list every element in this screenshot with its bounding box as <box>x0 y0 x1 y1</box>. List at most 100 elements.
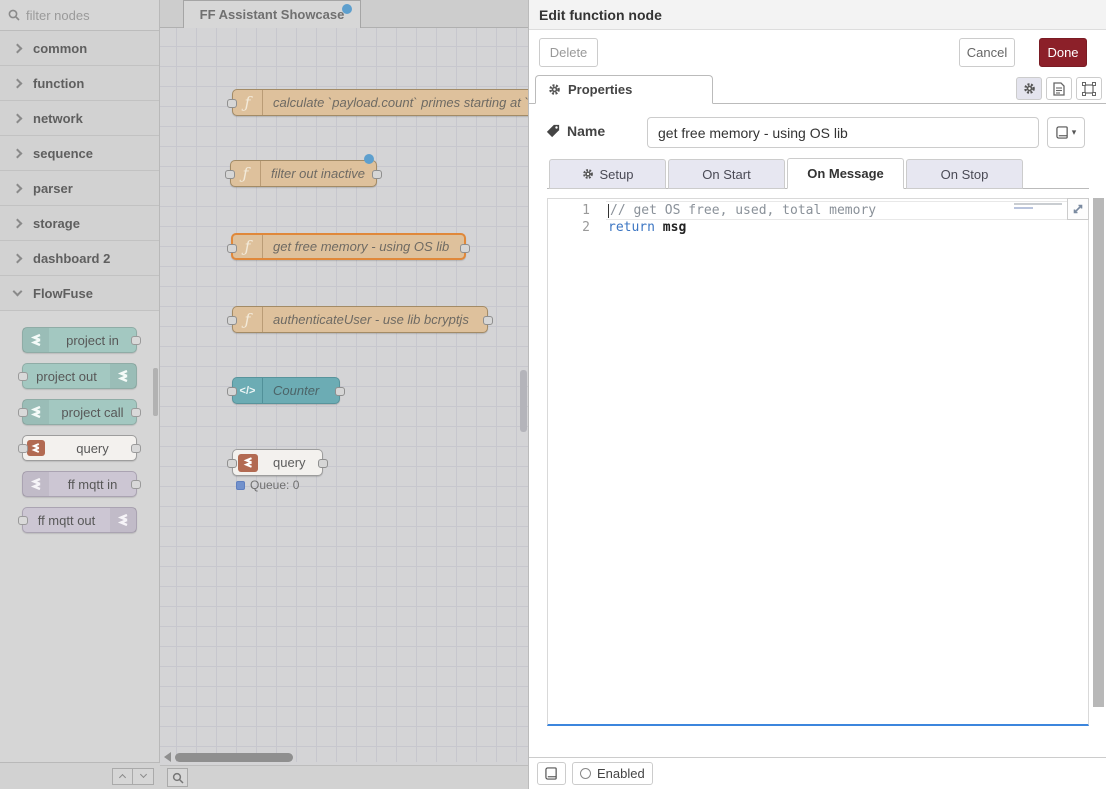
palette-node-project-call[interactable]: project call <box>22 399 137 425</box>
palette-node-query[interactable]: query <box>22 435 137 461</box>
enabled-status-icon <box>580 768 591 779</box>
chevron-right-icon <box>13 218 23 228</box>
output-port[interactable] <box>483 316 493 325</box>
chevron-down-icon <box>139 771 146 778</box>
workspace-tabbar: FF Assistant Showcase <box>160 0 528 28</box>
tab-on-stop[interactable]: On Stop <box>906 159 1023 189</box>
edit-tray-header: Edit function node <box>529 0 1106 30</box>
tab-properties[interactable]: Properties <box>535 75 713 104</box>
workspace-tab[interactable]: FF Assistant Showcase <box>183 0 361 28</box>
tab-on-start[interactable]: On Start <box>668 159 785 189</box>
tab-setup[interactable]: Setup <box>549 159 666 189</box>
output-port <box>131 408 141 417</box>
canvas-vertical-scrollbar[interactable] <box>520 370 527 432</box>
node-status-text: Queue: 0 <box>250 478 299 492</box>
properties-icon-button[interactable] <box>1016 77 1042 100</box>
palette-node-ff-mqtt-out[interactable]: ff mqtt out <box>22 507 137 533</box>
category-label: dashboard 2 <box>33 251 110 266</box>
code-line-2[interactable]: 2 return msg <box>548 219 1088 237</box>
chevron-right-icon <box>13 183 23 193</box>
palette-search[interactable] <box>0 0 159 31</box>
description-icon-button[interactable] <box>1046 77 1072 100</box>
flow-node-get-free-memory[interactable]: ƒ get free memory - using OS lib <box>231 233 466 260</box>
code-icon: </> <box>233 378 263 403</box>
appearance-icon-button[interactable] <box>1076 77 1102 100</box>
input-port[interactable] <box>227 387 237 396</box>
output-port <box>131 480 141 489</box>
function-icon: ƒ <box>231 161 261 186</box>
chevron-right-icon <box>13 253 23 263</box>
palette-scrollbar[interactable] <box>153 368 158 416</box>
input-port[interactable] <box>227 459 237 468</box>
document-icon <box>1053 82 1065 96</box>
node-changed-indicator <box>364 154 374 164</box>
cancel-button[interactable]: Cancel <box>959 38 1015 67</box>
node-label: get free memory - using OS lib <box>263 239 459 254</box>
palette-category-flowfuse[interactable]: FlowFuse <box>0 276 159 311</box>
chevron-right-icon <box>13 113 23 123</box>
category-label: function <box>33 76 84 91</box>
output-port[interactable] <box>335 387 345 396</box>
book-icon <box>1056 126 1069 139</box>
line-number: 2 <box>548 219 590 237</box>
node-name-input[interactable] <box>647 117 1039 148</box>
input-port <box>18 408 28 417</box>
category-label: storage <box>33 216 80 231</box>
chevron-right-icon <box>13 43 23 53</box>
node-label: authenticateUser - use lib bcryptjs <box>263 312 479 327</box>
output-port[interactable] <box>372 170 382 179</box>
palette-category-function[interactable]: function <box>0 66 159 101</box>
tray-footer: Enabled <box>529 757 1106 789</box>
code-text: msg <box>655 220 686 235</box>
library-button[interactable]: ▾ <box>1047 117 1085 148</box>
collapse-all-button[interactable] <box>112 768 133 785</box>
done-button[interactable]: Done <box>1039 38 1087 67</box>
flow-node-filter-out-inactive[interactable]: ƒ filter out inactive <box>230 160 377 187</box>
flow-node-calculate-primes[interactable]: ƒ calculate `payload.count` primes start… <box>232 89 528 116</box>
palette-node-project-out[interactable]: project out <box>22 363 137 389</box>
palette-node-label: project in <box>49 333 136 348</box>
canvas-horizontal-scrollbar[interactable] <box>164 752 293 762</box>
palette-category-dashboard2[interactable]: dashboard 2 <box>0 241 159 276</box>
text-cursor <box>608 204 609 218</box>
input-port[interactable] <box>227 316 237 325</box>
palette-category-parser[interactable]: parser <box>0 171 159 206</box>
input-port[interactable] <box>227 244 237 253</box>
palette-category-network[interactable]: network <box>0 101 159 136</box>
palette-node-ff-mqtt-in[interactable]: ff mqtt in <box>22 471 137 497</box>
output-port[interactable] <box>460 244 470 253</box>
library-footer-button[interactable] <box>537 762 566 785</box>
function-icon: ƒ <box>233 90 263 115</box>
code-line-1[interactable]: 1 // get OS free, used, total memory <box>548 202 1088 220</box>
code-comment: // get OS free, used, total memory <box>610 203 876 218</box>
flow-node-counter[interactable]: </> Counter <box>232 377 340 404</box>
zoom-search-button[interactable] <box>167 768 188 787</box>
chevron-right-icon <box>13 78 23 88</box>
flow-canvas[interactable]: FF Assistant Showcase ƒ calculate `paylo… <box>160 0 528 789</box>
input-port[interactable] <box>225 170 235 179</box>
input-port[interactable] <box>227 99 237 108</box>
filter-nodes-input[interactable] <box>26 8 136 23</box>
tab-label: On Start <box>702 167 750 182</box>
name-row: Name ▾ <box>529 104 1106 158</box>
delete-button[interactable]: Delete <box>539 38 598 67</box>
palette-category-sequence[interactable]: sequence <box>0 136 159 171</box>
tab-on-message[interactable]: On Message <box>787 158 904 189</box>
enabled-label: Enabled <box>597 766 645 781</box>
scroll-left-arrow-icon[interactable] <box>164 752 171 762</box>
code-editor[interactable]: 1 // get OS free, used, total memory 2 r… <box>547 198 1089 726</box>
expand-all-button[interactable] <box>133 768 154 785</box>
category-label: sequence <box>33 146 93 161</box>
enabled-toggle-button[interactable]: Enabled <box>572 762 653 785</box>
flow-node-query[interactable]: query <box>232 449 323 476</box>
flow-node-authenticate-user[interactable]: ƒ authenticateUser - use lib bcryptjs <box>232 306 488 333</box>
tab-label: On Stop <box>941 167 989 182</box>
tray-scrollbar[interactable] <box>1093 198 1104 707</box>
palette-node-project-in[interactable]: project in <box>22 327 137 353</box>
palette-category-storage[interactable]: storage <box>0 206 159 241</box>
horizontal-scroll-thumb[interactable] <box>175 753 293 762</box>
expand-editor-button[interactable] <box>1067 198 1089 220</box>
output-port[interactable] <box>318 459 328 468</box>
palette-category-common[interactable]: common <box>0 31 159 66</box>
workspace-tab-label: FF Assistant Showcase <box>200 7 345 22</box>
